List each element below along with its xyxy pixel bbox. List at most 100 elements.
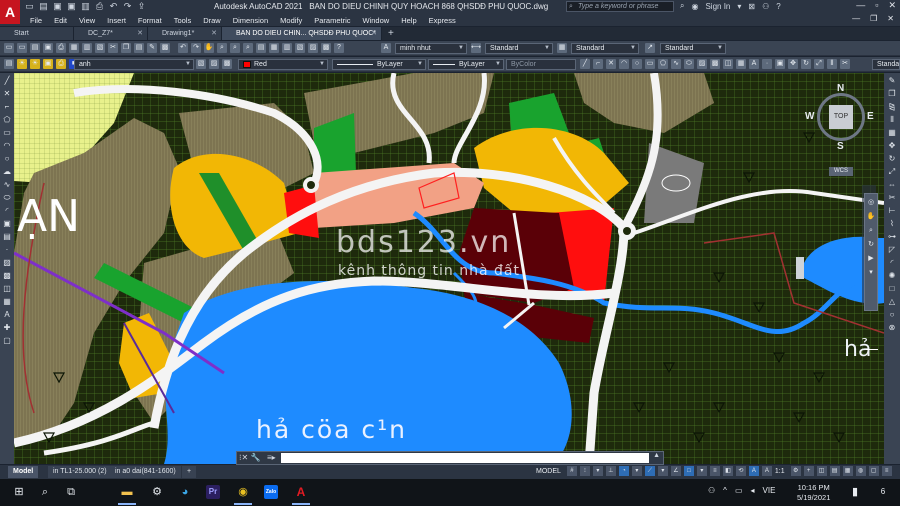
- people-icon[interactable]: ⚇: [708, 486, 715, 495]
- undo-icon[interactable]: ↶: [108, 1, 119, 12]
- help-icon[interactable]: ?: [334, 43, 344, 53]
- units-icon[interactable]: ◫: [816, 466, 827, 476]
- layer-select[interactable]: anh ▼: [74, 59, 194, 70]
- compass-east[interactable]: E: [867, 111, 874, 122]
- close-icon[interactable]: ✕: [888, 0, 896, 11]
- workspace-icon[interactable]: ⚙: [790, 466, 801, 476]
- tab-close-icon[interactable]: ✕: [211, 27, 217, 40]
- mtext-icon[interactable]: A: [2, 310, 12, 320]
- add-selected-icon[interactable]: ✚: [2, 323, 12, 333]
- insert-block-icon[interactable]: ▣: [2, 219, 12, 229]
- new-tab-button[interactable]: +: [382, 27, 400, 40]
- qnew-icon[interactable]: ▭: [17, 43, 27, 53]
- menu-express[interactable]: Express: [429, 16, 456, 25]
- viewcube[interactable]: TOP N S E W: [805, 83, 874, 152]
- preview-icon[interactable]: ▦: [69, 43, 79, 53]
- plotstyle-select[interactable]: ByColor: [506, 59, 576, 70]
- cart-icon[interactable]: ▾: [737, 2, 741, 11]
- circle-icon[interactable]: ○: [632, 59, 642, 69]
- publish-icon[interactable]: ▥: [82, 43, 92, 53]
- layer-states-icon[interactable]: ▩: [222, 59, 232, 69]
- zoom-previous-icon[interactable]: ⌕: [243, 43, 253, 53]
- file-explorer-icon[interactable]: ▬: [120, 485, 134, 499]
- polyline-icon[interactable]: ⌐: [593, 59, 603, 69]
- polyline-icon[interactable]: ⌐: [2, 102, 12, 112]
- revcloud-icon[interactable]: ☁: [2, 167, 12, 177]
- line-icon[interactable]: ╱: [2, 76, 12, 86]
- erase-icon[interactable]: ✎: [887, 76, 897, 86]
- ellipse-icon[interactable]: ⬭: [684, 59, 694, 69]
- trim-icon[interactable]: ✂: [840, 59, 850, 69]
- lock-ui-icon[interactable]: ▦: [842, 466, 853, 476]
- auto-scale-icon[interactable]: A: [761, 466, 772, 476]
- pan-icon[interactable]: ✋: [204, 43, 214, 53]
- isodraft-icon[interactable]: ⟋: [644, 466, 655, 476]
- autodesk-store-icon[interactable]: ⊠: [748, 2, 755, 11]
- saveas-icon[interactable]: ▣: [66, 1, 77, 12]
- open-icon[interactable]: ▤: [38, 1, 49, 12]
- compass-north[interactable]: N: [837, 83, 844, 94]
- stretch-icon[interactable]: ⇔: [887, 180, 897, 190]
- autocad-logo[interactable]: A: [0, 0, 20, 24]
- markup-icon[interactable]: ▨: [308, 43, 318, 53]
- help-icon[interactable]: ?: [776, 2, 780, 11]
- steering-wheel-icon[interactable]: ◎: [866, 198, 876, 208]
- grid-icon[interactable]: #: [566, 466, 577, 476]
- region-icon[interactable]: ◫: [723, 59, 733, 69]
- menu-file[interactable]: File: [30, 16, 42, 25]
- snap-center-icon[interactable]: ○: [887, 310, 897, 320]
- navbar-menu-icon[interactable]: ▾: [866, 268, 876, 278]
- share-icon[interactable]: ⇪: [136, 1, 147, 12]
- linetype-select[interactable]: ByLayer ▼: [332, 59, 426, 70]
- snap-icon[interactable]: ⁝: [579, 466, 590, 476]
- snap-node-icon[interactable]: ⊗: [887, 323, 897, 333]
- extend-icon[interactable]: ⊢: [887, 206, 897, 216]
- lineweight-select[interactable]: ByLayer ▼: [428, 59, 504, 70]
- customization-icon[interactable]: ≡: [881, 466, 892, 476]
- sheet-set-icon[interactable]: ▧: [295, 43, 305, 53]
- redo-icon[interactable]: ↷: [122, 1, 133, 12]
- chamfer-icon[interactable]: ◸: [887, 245, 897, 255]
- arc-icon[interactable]: ◠: [2, 141, 12, 151]
- design-center-icon[interactable]: ▦: [269, 43, 279, 53]
- isodraft-menu-icon[interactable]: ▾: [657, 466, 668, 476]
- xline-icon[interactable]: ✕: [2, 89, 12, 99]
- windows-start-icon[interactable]: ⊞: [12, 485, 26, 499]
- menu-insert[interactable]: Insert: [107, 16, 126, 25]
- copy-icon[interactable]: ❐: [121, 43, 131, 53]
- 3d-print-icon[interactable]: ▧: [95, 43, 105, 53]
- snap-midpoint-icon[interactable]: △: [887, 297, 897, 307]
- polygon-icon[interactable]: ⬠: [658, 59, 668, 69]
- rectangle-icon[interactable]: ▭: [2, 128, 12, 138]
- match-prop-icon[interactable]: ✎: [147, 43, 157, 53]
- search-input[interactable]: ⌕ Type a keyword or phrase: [566, 1, 674, 12]
- open-icon[interactable]: ▤: [30, 43, 40, 53]
- arc-icon[interactable]: ◠: [619, 59, 629, 69]
- print-icon[interactable]: ⎙: [56, 43, 66, 53]
- compass-south[interactable]: S: [837, 141, 844, 152]
- properties-icon[interactable]: ▤: [256, 43, 266, 53]
- notification-center-icon[interactable]: 6: [876, 485, 890, 499]
- doc-minimize-icon[interactable]: —: [852, 14, 860, 23]
- dim-style-icon[interactable]: ⟷: [471, 43, 481, 53]
- settings-icon[interactable]: ⚙: [150, 485, 164, 499]
- clean-screen-icon[interactable]: ▢: [868, 466, 879, 476]
- table-icon[interactable]: ▦: [2, 297, 12, 307]
- snap-endpoint-icon[interactable]: □: [887, 284, 897, 294]
- selection-cycling-icon[interactable]: ⟲: [735, 466, 746, 476]
- web-icon[interactable]: ▥: [80, 1, 91, 12]
- menu-format[interactable]: Format: [138, 16, 162, 25]
- polygon-icon[interactable]: ⬠: [2, 115, 12, 125]
- language-indicator[interactable]: VIE: [763, 486, 776, 495]
- model-space-toggle[interactable]: MODEL: [536, 468, 561, 475]
- hatch-icon[interactable]: ▨: [697, 59, 707, 69]
- move-icon[interactable]: ✥: [887, 141, 897, 151]
- tab-close-icon[interactable]: ✕: [137, 27, 143, 40]
- wcs-menu[interactable]: WCS: [829, 167, 853, 176]
- point-icon[interactable]: ·: [2, 245, 12, 255]
- binoculars-icon[interactable]: ⌕: [680, 1, 684, 11]
- block-icon[interactable]: ▣: [775, 59, 785, 69]
- offset-icon[interactable]: ⫴: [887, 115, 897, 125]
- print-icon[interactable]: ⎙: [94, 1, 105, 12]
- text-style-select[interactable]: minh nhut ▼: [395, 43, 467, 54]
